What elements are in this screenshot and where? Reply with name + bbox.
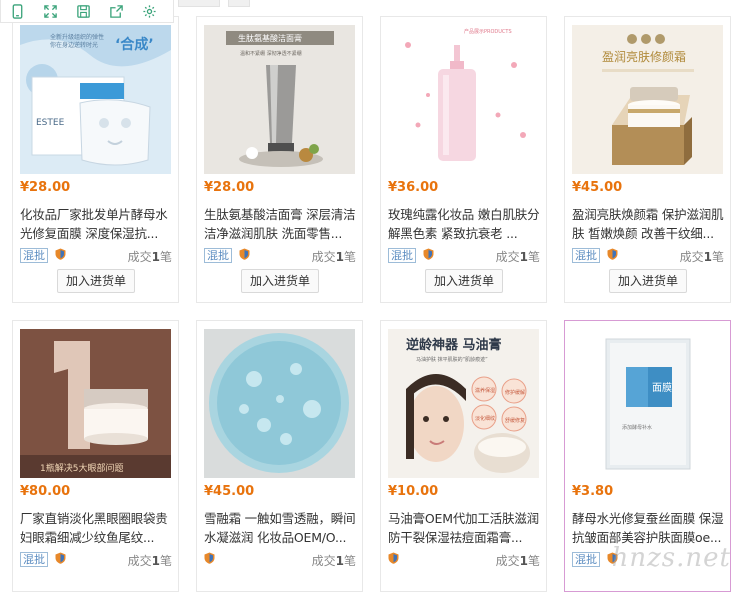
deal-count: 成交1笔	[679, 250, 724, 264]
deal-count: 成交1笔	[495, 554, 540, 568]
mixed-batch-badge: 混批	[572, 552, 600, 567]
product-image[interactable]: 生肽氨基酸洁面膏 温和不紧绷 深彻净透不紧绷	[204, 25, 355, 174]
svg-text:面膜: 面膜	[652, 382, 672, 394]
product-price: ¥28.00	[20, 180, 71, 195]
shield-icon	[204, 552, 215, 567]
svg-text:温和不紧绷 深彻净透不紧绷: 温和不紧绷 深彻净透不紧绷	[240, 50, 302, 57]
svg-text:马油护肤 抹平肌肤的“肌龄痕迹”: 马油护肤 抹平肌肤的“肌龄痕迹”	[416, 356, 488, 363]
product-meta: 混批 成交1笔	[572, 248, 724, 264]
product-title-link[interactable]: 厂家直销淡化黑眼圈眼袋贵妇眼霜细减少纹鱼尾纹...	[20, 509, 172, 547]
svg-text:逆龄神器 马油膏: 逆龄神器 马油膏	[406, 337, 502, 353]
deal-count: 成交1笔	[311, 554, 356, 568]
svg-text:你在身边逆转时光: 你在身边逆转时光	[50, 41, 98, 49]
product-card[interactable]: 盈润亮肤修颜霜 ¥45.00 盈润亮肤焕颜霜 保护滋润肌肤 皙嫩焕颜 改善干纹细…	[564, 16, 731, 303]
product-card[interactable]: 1瓶解决5大眼部问题 ¥80.00 厂家直销淡化黑眼圈眼袋贵妇眼霜细减少纹鱼尾纹…	[12, 320, 179, 592]
svg-text:‘合成’: ‘合成’	[115, 36, 154, 53]
product-title-link[interactable]: 化妆品厂家批发单片酵母水光修复面膜 深度保湿抗...	[20, 205, 172, 243]
svg-text:舒缓修复: 舒缓修复	[505, 417, 525, 424]
svg-text:ESTEE: ESTEE	[36, 118, 65, 128]
shield-icon	[607, 248, 618, 263]
product-price: ¥28.00	[204, 180, 255, 195]
product-image[interactable]: 产品展示PRODUCTS	[388, 25, 539, 174]
product-title-link[interactable]: 酵母水光修复蚕丝面膜 保湿抗皱面部美容护肤面膜oe...	[572, 509, 724, 547]
product-title-link[interactable]: 盈润亮肤焕颜霜 保护滋润肌肤 皙嫩焕颜 改善干纹细...	[572, 205, 724, 243]
product-card[interactable]: 生肽氨基酸洁面膏 温和不紧绷 深彻净透不紧绷 ¥28.00 生肽氨基酸洁面膏 深…	[196, 16, 363, 303]
shield-icon	[55, 552, 66, 567]
share-icon[interactable]	[100, 0, 133, 22]
svg-text:产品展示PRODUCTS: 产品展示PRODUCTS	[464, 28, 512, 35]
product-image[interactable]: 盈润亮肤修颜霜	[572, 25, 723, 174]
svg-text:添加酵母补水: 添加酵母补水	[622, 424, 652, 431]
product-meta: 混批 成交1笔	[20, 248, 172, 264]
product-price: ¥45.00	[572, 180, 623, 195]
deal-count: 成交1笔	[127, 554, 172, 568]
product-image[interactable]: 面膜 添加酵母补水	[572, 329, 723, 478]
mixed-batch-badge: 混批	[572, 248, 600, 263]
add-to-cart-button[interactable]: 加入进货单	[425, 269, 503, 293]
product-price: ¥36.00	[388, 180, 439, 195]
svg-text:全新升级组织的弹性: 全新升级组织的弹性	[50, 33, 104, 41]
product-image[interactable]: 全新升级组织的弹性 你在身边逆转时光 ‘合成’ ESTEE	[20, 25, 171, 174]
product-title-link[interactable]: 生肽氨基酸洁面膏 深层清洁洁净滋润肌肤 洗面零售...	[204, 205, 356, 243]
mixed-batch-badge: 混批	[204, 248, 232, 263]
product-card[interactable]: 全新升级组织的弹性 你在身边逆转时光 ‘合成’ ESTEE ¥28.00 化妆品…	[12, 16, 179, 303]
product-title-link[interactable]: 玫瑰纯露化妆品 嫩白肌肤分解黑色素 紧致抗衰老 ...	[388, 205, 540, 243]
product-price: ¥45.00	[204, 484, 255, 499]
expand-icon[interactable]	[34, 0, 67, 22]
svg-text:1瓶解决5大眼部问题: 1瓶解决5大眼部问题	[40, 462, 123, 474]
shield-icon	[239, 248, 250, 263]
product-image[interactable]: 1瓶解决5大眼部问题	[20, 329, 171, 478]
product-meta: 混批 成交1笔	[20, 552, 172, 568]
shield-icon	[388, 552, 399, 567]
top-bar-fragment	[228, 0, 250, 7]
floating-toolbar	[0, 0, 174, 23]
add-to-cart-button[interactable]: 加入进货单	[57, 269, 135, 293]
svg-text:滋养保湿: 滋养保湿	[475, 387, 495, 394]
mixed-batch-badge: 混批	[20, 552, 48, 567]
watermark: hnzs.net	[611, 543, 731, 573]
settings-icon[interactable]	[133, 0, 166, 22]
svg-text:淡化细纹: 淡化细纹	[475, 415, 495, 422]
product-title-link[interactable]: 马油膏OEM代加工活肤滋润防干裂保湿祛痘面霜膏...	[388, 509, 540, 547]
product-image[interactable]: 逆龄神器 马油膏 马油护肤 抹平肌肤的“肌龄痕迹” 滋养保湿 修护缓解 淡化细纹…	[388, 329, 539, 478]
top-bar-fragment	[178, 0, 220, 7]
deal-count: 成交1笔	[127, 250, 172, 264]
product-price: ¥3.80	[572, 484, 614, 499]
deal-count: 成交1笔	[311, 250, 356, 264]
product-card[interactable]: 逆龄神器 马油膏 马油护肤 抹平肌肤的“肌龄痕迹” 滋养保湿 修护缓解 淡化细纹…	[380, 320, 547, 592]
mixed-batch-badge: 混批	[388, 248, 416, 263]
phone-icon[interactable]	[1, 0, 34, 22]
product-price: ¥10.00	[388, 484, 439, 499]
product-meta: 混批 成交1笔	[204, 248, 356, 264]
svg-text:修护缓解: 修护缓解	[505, 389, 525, 396]
save-icon[interactable]	[67, 0, 100, 22]
product-card[interactable]: 产品展示PRODUCTS ¥36.00 玫瑰纯露化妆品 嫩白肌肤分解黑色素 紧致…	[380, 16, 547, 303]
add-to-cart-button[interactable]: 加入进货单	[609, 269, 687, 293]
svg-text:生肽氨基酸洁面膏: 生肽氨基酸洁面膏	[238, 33, 302, 43]
product-image[interactable]	[204, 329, 355, 478]
product-card[interactable]: ¥45.00 雪融霜 一触如雪透融，瞬间水凝滋润 化妆品OEM/O... 成交1…	[196, 320, 363, 592]
shield-icon	[55, 248, 66, 263]
product-price: ¥80.00	[20, 484, 71, 499]
product-meta: 混批 成交1笔	[388, 248, 540, 264]
product-title-link[interactable]: 雪融霜 一触如雪透融，瞬间水凝滋润 化妆品OEM/O...	[204, 509, 356, 547]
add-to-cart-button[interactable]: 加入进货单	[241, 269, 319, 293]
deal-count: 成交1笔	[495, 250, 540, 264]
product-meta: 成交1笔	[204, 552, 356, 568]
shield-icon	[423, 248, 434, 263]
svg-text:盈润亮肤修颜霜: 盈润亮肤修颜霜	[602, 49, 686, 64]
product-meta: 成交1笔	[388, 552, 540, 568]
mixed-batch-badge: 混批	[20, 248, 48, 263]
